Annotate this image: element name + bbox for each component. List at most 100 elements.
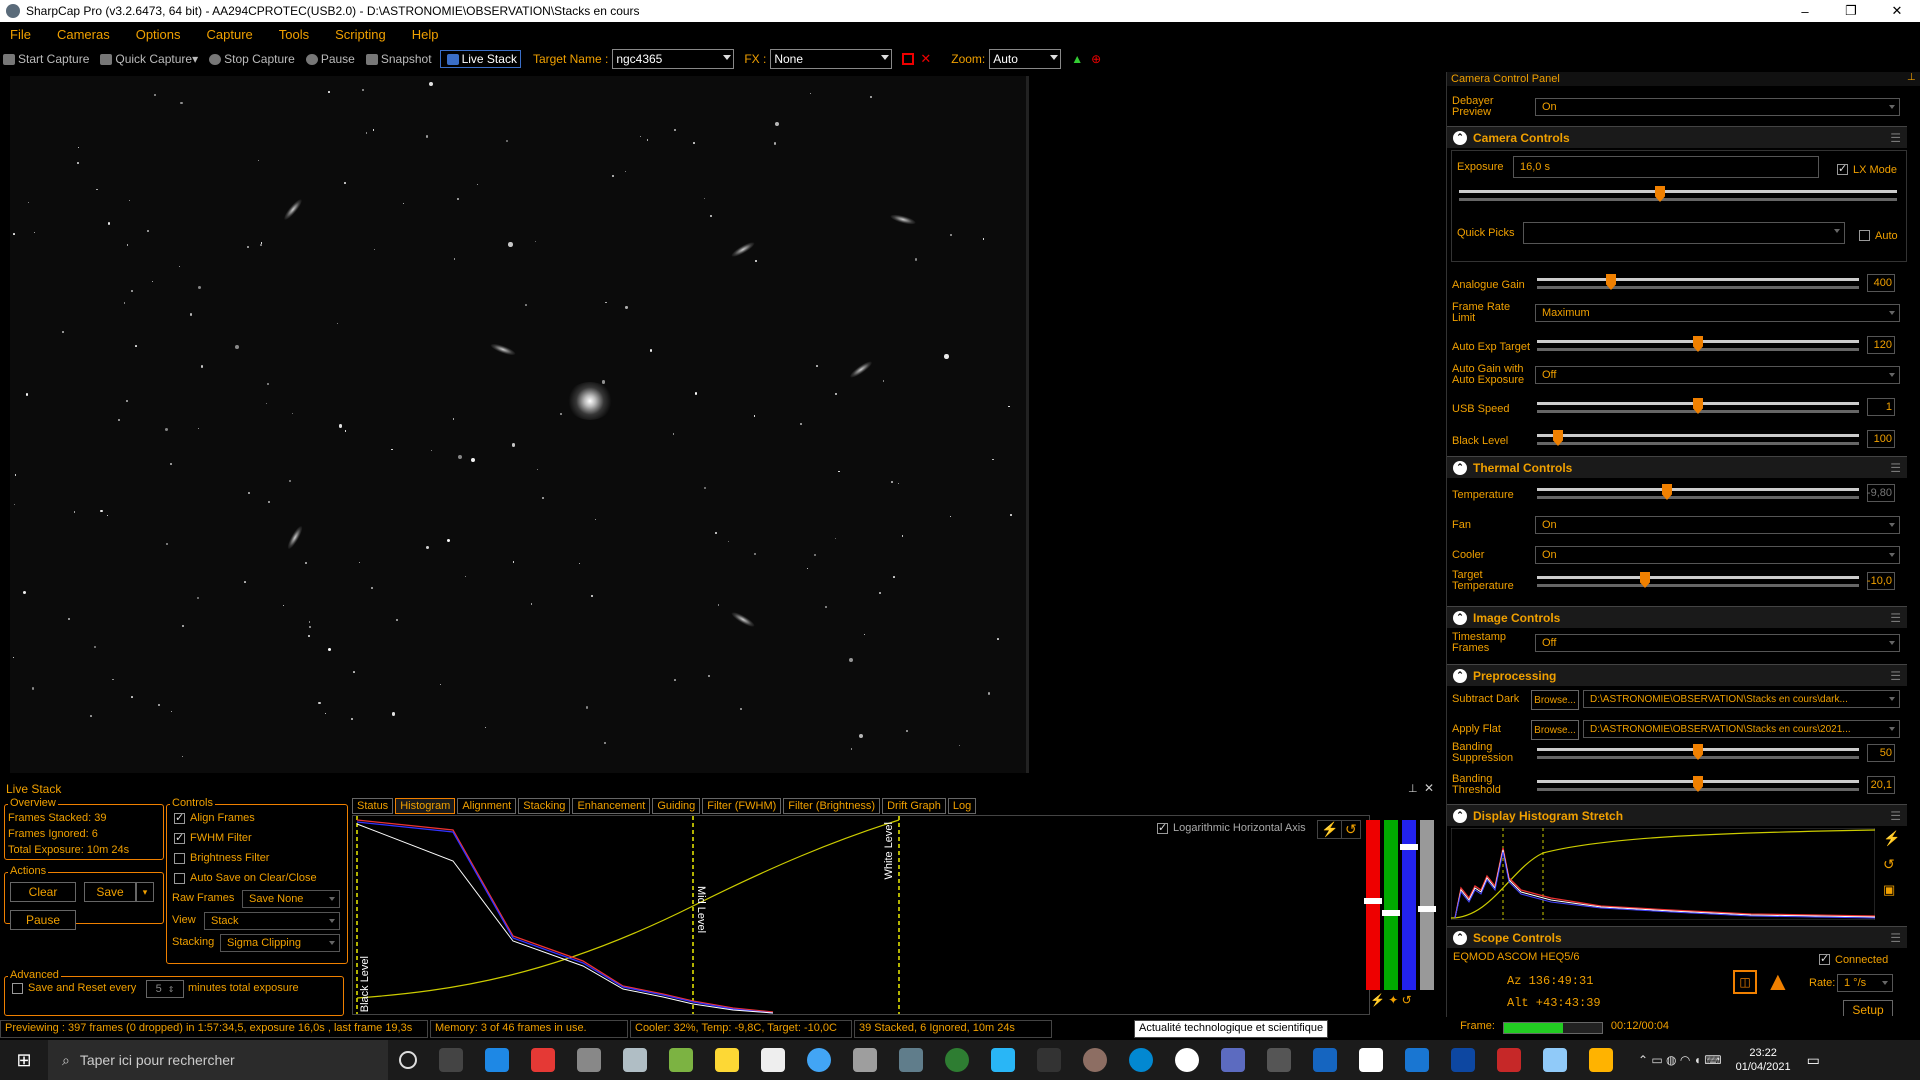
banding-threshold-slider[interactable]: [1537, 776, 1859, 796]
cortana-icon[interactable]: [399, 1051, 417, 1069]
live-stack-histogram[interactable]: Black Level Mid Level White Level Logari…: [352, 815, 1370, 1015]
section-menu-icon[interactable]: ☰: [1890, 461, 1901, 475]
pin-icon[interactable]: ⊥: [1408, 782, 1418, 795]
histogram-icon[interactable]: ▲: [1071, 52, 1083, 66]
tab-alignment[interactable]: Alignment: [457, 798, 517, 814]
save-reset-checkbox[interactable]: Save and Reset every: [12, 982, 136, 994]
tab-enhancement[interactable]: Enhancement: [572, 798, 651, 814]
app-icon[interactable]: [945, 1048, 969, 1072]
system-tray-icons[interactable]: ⌃ ▭ ◍ ◠ ◖ ⌨: [1638, 1053, 1722, 1067]
scope-controls-header[interactable]: ⌃ Scope Controls ☰: [1447, 926, 1907, 948]
frame-rate-select[interactable]: Maximum: [1535, 304, 1900, 322]
rgb-level-sliders[interactable]: [1364, 820, 1438, 990]
connected-checkbox[interactable]: Connected: [1819, 952, 1888, 966]
discord-icon[interactable]: [1221, 1048, 1245, 1072]
tab-histogram[interactable]: Histogram: [395, 798, 456, 814]
histogram-plot[interactable]: [353, 816, 1369, 1014]
app-icon[interactable]: [1083, 1048, 1107, 1072]
app-icon[interactable]: [1175, 1048, 1199, 1072]
save-icon[interactable]: ▣: [1883, 882, 1895, 898]
menu-cameras[interactable]: Cameras: [53, 27, 114, 42]
stop-capture-button[interactable]: Stop Capture: [206, 52, 295, 66]
menu-tools[interactable]: Tools: [275, 27, 313, 42]
auto-checkbox[interactable]: Auto: [1859, 228, 1898, 242]
zoom-select[interactable]: Auto: [989, 49, 1062, 69]
minimize-button[interactable]: –: [1782, 0, 1828, 22]
tab-guiding[interactable]: Guiding: [652, 798, 701, 814]
settings-icon[interactable]: [577, 1048, 601, 1072]
histogram-stretch-header[interactable]: ⌃ Display Histogram Stretch ☰: [1447, 804, 1907, 826]
thermal-controls-header[interactable]: ⌃ Thermal Controls ☰: [1447, 456, 1907, 478]
exposure-slider[interactable]: [1459, 186, 1897, 208]
section-menu-icon[interactable]: ☰: [1890, 611, 1901, 625]
fwhm-filter-checkbox[interactable]: FWHM Filter: [174, 831, 252, 844]
log-axis-checkbox[interactable]: Logarithmic Horizontal Axis: [1157, 821, 1306, 834]
quick-picks-select[interactable]: [1523, 222, 1845, 244]
menu-options[interactable]: Options: [132, 27, 185, 42]
fx-select[interactable]: None: [770, 49, 893, 69]
analogue-gain-slider[interactable]: [1537, 274, 1859, 294]
usb-speed-value[interactable]: 1: [1867, 398, 1895, 416]
browse-flat-button[interactable]: Browse...: [1531, 720, 1579, 740]
lightning-icon[interactable]: ⚡: [1883, 830, 1900, 847]
move-north-button[interactable]: ▲: [1765, 968, 1791, 994]
analogue-gain-value[interactable]: 400: [1867, 274, 1895, 292]
banding-threshold-value[interactable]: 20,1: [1867, 776, 1895, 794]
app-icon[interactable]: [1497, 1048, 1521, 1072]
sharpcap-taskbar-icon[interactable]: [899, 1048, 923, 1072]
live-stack-button[interactable]: Live Stack: [439, 50, 521, 68]
debayer-select[interactable]: On: [1535, 98, 1900, 116]
target-name-input[interactable]: ngc4365: [612, 49, 735, 69]
histogram-stretch-graph[interactable]: [1451, 828, 1875, 920]
menu-file[interactable]: File: [6, 27, 35, 42]
pause-button[interactable]: Pause: [303, 52, 355, 66]
section-menu-icon[interactable]: ☰: [1890, 131, 1901, 145]
app-icon[interactable]: [1313, 1048, 1337, 1072]
reset-icon[interactable]: ↺: [1341, 820, 1361, 839]
menu-help[interactable]: Help: [408, 27, 443, 42]
gmail-icon[interactable]: [531, 1048, 555, 1072]
auto-gain-select[interactable]: Off: [1535, 366, 1900, 384]
fan-select[interactable]: On: [1535, 516, 1900, 534]
app-icon[interactable]: [1451, 1048, 1475, 1072]
notification-icon[interactable]: ▭: [1807, 1052, 1820, 1069]
clock[interactable]: 23:22 01/04/2021: [1736, 1046, 1791, 1074]
auto-exp-target-slider[interactable]: [1537, 336, 1859, 356]
wix-icon[interactable]: [1359, 1048, 1383, 1072]
tab-drift-graph[interactable]: Drift Graph: [882, 798, 946, 814]
flat-path-select[interactable]: D:\ASTRONOMIE\OBSERVATION\Stacks en cour…: [1583, 720, 1900, 738]
pin-icon[interactable]: ⊥: [1907, 72, 1916, 83]
task-view-icon[interactable]: [439, 1048, 463, 1072]
timestamp-select[interactable]: Off: [1535, 634, 1900, 652]
section-menu-icon[interactable]: ☰: [1890, 931, 1901, 945]
clear-button[interactable]: Clear: [10, 882, 76, 902]
app-icon[interactable]: [623, 1048, 647, 1072]
tab-filter-brightness[interactable]: Filter (Brightness): [783, 798, 881, 814]
rate-select[interactable]: 1 °/s: [1837, 974, 1893, 992]
black-level-value[interactable]: 100: [1867, 430, 1895, 448]
reset-icon[interactable]: ↺: [1883, 856, 1895, 873]
crosshair-icon[interactable]: ✕: [920, 51, 931, 67]
auto-stretch-icon[interactable]: ⚡ ✦ ↺: [1370, 993, 1412, 1007]
setup-button[interactable]: Setup: [1843, 1000, 1893, 1016]
tab-status[interactable]: Status: [352, 798, 394, 814]
mail-icon[interactable]: [485, 1048, 509, 1072]
app-icon[interactable]: [1405, 1048, 1429, 1072]
target-temperature-slider[interactable]: [1537, 572, 1859, 592]
quick-capture-button[interactable]: Quick Capture ▾: [97, 52, 198, 66]
snapshot-button[interactable]: Snapshot: [363, 52, 432, 66]
minutes-stepper[interactable]: 5 ⇕: [146, 980, 184, 998]
app-icon[interactable]: [1543, 1048, 1567, 1072]
close-button[interactable]: ✕: [1874, 0, 1920, 22]
file-explorer-icon[interactable]: [1589, 1048, 1613, 1072]
brightness-filter-checkbox[interactable]: Brightness Filter: [174, 852, 269, 864]
banding-suppression-slider[interactable]: [1537, 744, 1859, 764]
sticky-notes-icon[interactable]: [715, 1048, 739, 1072]
tab-filter-fwhm[interactable]: Filter (FWHM): [702, 798, 782, 814]
app-icon[interactable]: [1267, 1048, 1291, 1072]
camera-controls-header[interactable]: ⌃ Camera Controls ☰: [1447, 126, 1907, 148]
start-capture-button[interactable]: Start Capture: [0, 52, 89, 66]
auto-exp-target-value[interactable]: 120: [1867, 336, 1895, 354]
stacking-select[interactable]: Sigma Clipping: [220, 934, 340, 952]
browse-dark-button[interactable]: Browse...: [1531, 690, 1579, 710]
